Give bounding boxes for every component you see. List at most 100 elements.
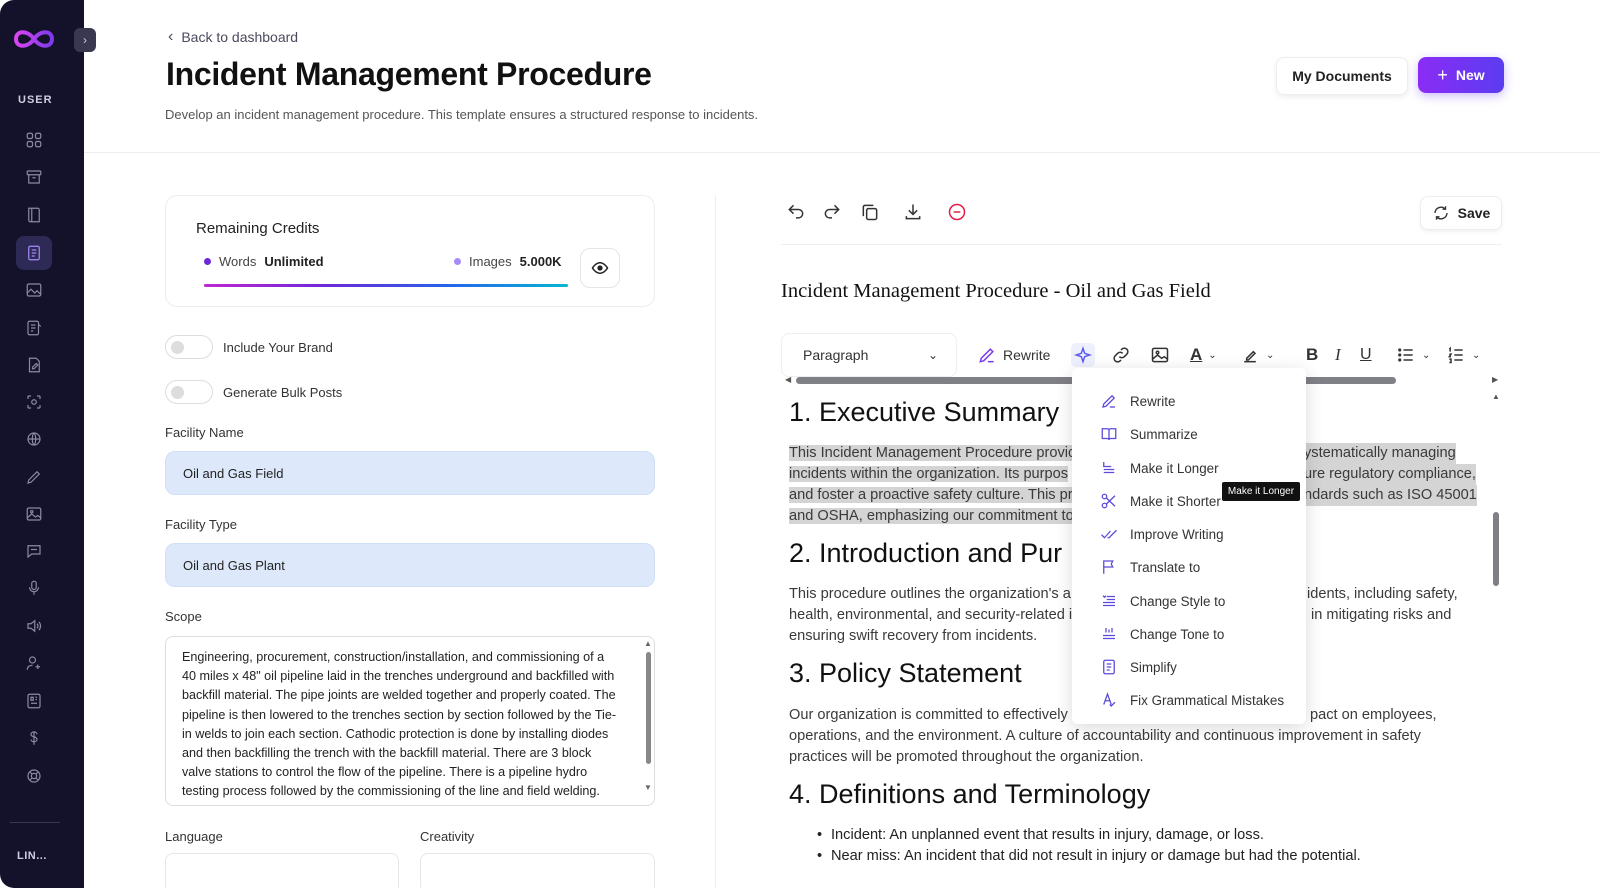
highlight-button[interactable]: ⌄ bbox=[1240, 343, 1274, 367]
scroll-up-icon[interactable]: ▲ bbox=[644, 639, 652, 648]
menu-item-change-tone[interactable]: Change Tone to bbox=[1100, 625, 1224, 643]
scan-icon[interactable] bbox=[23, 391, 45, 413]
facility-type-label: Facility Type bbox=[165, 517, 238, 532]
save-button[interactable]: Save bbox=[1420, 196, 1502, 230]
menu-item-rewrite[interactable]: Rewrite bbox=[1100, 392, 1175, 410]
document-icon[interactable] bbox=[16, 236, 52, 270]
menu-item-simplify[interactable]: Simplify bbox=[1100, 658, 1177, 676]
paragraph-style-value: Paragraph bbox=[803, 347, 869, 363]
bullet-list-icon bbox=[1398, 348, 1413, 362]
include-brand-label: Include Your Brand bbox=[223, 339, 333, 355]
chevron-down-icon: ⌄ bbox=[927, 348, 938, 362]
templates-icon[interactable] bbox=[23, 690, 45, 712]
redo-icon[interactable] bbox=[820, 200, 844, 224]
dollar-icon[interactable] bbox=[23, 727, 45, 749]
user-add-icon[interactable] bbox=[23, 652, 45, 674]
chevron-down-icon: ⌄ bbox=[1266, 349, 1275, 361]
words-value: Unlimited bbox=[264, 254, 324, 269]
bold-button[interactable]: B bbox=[1306, 343, 1318, 367]
archive-icon[interactable] bbox=[23, 166, 45, 188]
numbered-list-icon bbox=[1447, 346, 1463, 364]
pen-icon[interactable] bbox=[23, 466, 45, 488]
new-button-label: New bbox=[1455, 67, 1485, 83]
menu-item-summarize[interactable]: Summarize bbox=[1100, 425, 1198, 443]
italic-button[interactable]: I bbox=[1335, 343, 1341, 367]
panel-divider bbox=[715, 195, 716, 888]
menu-item-translate[interactable]: Translate to bbox=[1100, 558, 1200, 576]
chat-icon[interactable] bbox=[23, 540, 45, 562]
menu-item-label: Rewrite bbox=[1130, 393, 1176, 409]
scroll-down-icon[interactable]: ▼ bbox=[644, 783, 652, 792]
sidebar: USER LIN... bbox=[0, 0, 84, 888]
photo-icon[interactable] bbox=[23, 503, 45, 525]
book-icon[interactable] bbox=[23, 204, 45, 226]
underline-button[interactable]: U bbox=[1360, 343, 1372, 367]
ai-assist-button[interactable] bbox=[1071, 343, 1095, 367]
sidebar-link-label[interactable]: LIN... bbox=[17, 850, 47, 862]
facility-type-input[interactable]: Oil and Gas Plant bbox=[165, 543, 655, 587]
menu-item-make-longer[interactable]: Make it Longer bbox=[1100, 459, 1219, 477]
image-icon[interactable] bbox=[23, 279, 45, 301]
scope-scrollbar[interactable] bbox=[646, 652, 651, 764]
menu-item-fix-grammar[interactable]: Fix Grammatical Mistakes bbox=[1100, 691, 1284, 709]
facility-name-input[interactable]: Oil and Gas Field bbox=[165, 451, 655, 495]
paragraph-style-select[interactable]: Paragraph ⌄ bbox=[781, 333, 957, 377]
globe-icon[interactable] bbox=[23, 428, 45, 450]
words-credit: Words Unlimited bbox=[204, 254, 324, 269]
text-line: in mitigating risks and bbox=[1311, 607, 1452, 623]
scope-textarea[interactable]: Engineering, procurement, construction/i… bbox=[165, 636, 655, 806]
text-line: health, environmental, and security-rela… bbox=[789, 607, 1073, 623]
article-icon[interactable] bbox=[23, 317, 45, 339]
speaker-icon[interactable] bbox=[23, 615, 45, 637]
microphone-icon[interactable] bbox=[23, 577, 45, 599]
sidebar-collapse-button[interactable]: › bbox=[74, 28, 96, 52]
document-title[interactable]: Incident Management Procedure - Oil and … bbox=[781, 280, 1211, 303]
bulk-posts-toggle[interactable] bbox=[165, 380, 213, 404]
include-brand-toggle[interactable] bbox=[165, 335, 213, 359]
text-color-icon: A bbox=[1190, 345, 1203, 364]
images-value: 5.000K bbox=[519, 254, 562, 269]
heading-policy-statement: 3. Policy Statement bbox=[789, 658, 1022, 688]
text-color-button[interactable]: A ⌄ bbox=[1190, 343, 1217, 367]
pen-icon bbox=[1102, 394, 1116, 408]
back-to-dashboard-link[interactable]: ‹ Back to dashboard bbox=[168, 28, 298, 46]
menu-item-label: Change Style to bbox=[1130, 593, 1226, 609]
copy-icon[interactable] bbox=[858, 200, 882, 224]
app-logo[interactable] bbox=[12, 26, 56, 52]
numbered-list-button[interactable]: ⌄ bbox=[1446, 343, 1480, 367]
creativity-select[interactable] bbox=[420, 853, 655, 888]
editor-vertical-scrollbar[interactable] bbox=[1493, 512, 1499, 586]
editor-scroll-up-icon[interactable]: ▲ bbox=[1492, 392, 1500, 401]
rewrite-button[interactable]: Rewrite bbox=[977, 343, 1050, 367]
chevron-left-icon: ‹ bbox=[168, 28, 174, 45]
link-button[interactable] bbox=[1111, 343, 1131, 367]
remove-icon[interactable] bbox=[945, 200, 969, 224]
rewrite-button-label: Rewrite bbox=[1003, 347, 1051, 363]
expand-text-icon bbox=[1103, 462, 1115, 474]
chevron-right-icon: › bbox=[83, 33, 87, 47]
scroll-right-icon[interactable]: ▶ bbox=[1492, 375, 1498, 384]
back-link-label: Back to dashboard bbox=[181, 29, 299, 45]
text-line: pact on employees, bbox=[1310, 707, 1437, 723]
download-icon[interactable] bbox=[901, 200, 925, 224]
scissors-icon bbox=[1101, 493, 1116, 509]
dashboard-icon[interactable] bbox=[23, 129, 45, 151]
new-button[interactable]: + New bbox=[1418, 57, 1504, 93]
menu-item-label: Make it Longer bbox=[1130, 460, 1219, 476]
file-edit-icon[interactable] bbox=[23, 354, 45, 376]
menu-item-change-style[interactable]: Change Style to bbox=[1100, 592, 1225, 610]
heading-introduction: 2. Introduction and Pur bbox=[789, 538, 1063, 568]
words-dot bbox=[204, 258, 211, 265]
bullet-list-button[interactable]: ⌄ bbox=[1396, 343, 1430, 367]
list-item: Near miss: An incident that did not resu… bbox=[817, 848, 1361, 864]
insert-image-button[interactable] bbox=[1150, 343, 1170, 367]
menu-item-improve-writing[interactable]: Improve Writing bbox=[1100, 525, 1224, 543]
my-documents-button[interactable]: My Documents bbox=[1276, 57, 1408, 95]
open-book-icon bbox=[1101, 428, 1117, 441]
scroll-left-icon[interactable]: ◀ bbox=[785, 375, 791, 384]
support-icon[interactable] bbox=[23, 765, 45, 787]
menu-item-make-shorter[interactable]: Make it Shorter bbox=[1100, 492, 1221, 510]
language-select[interactable] bbox=[165, 853, 399, 888]
undo-icon[interactable] bbox=[784, 200, 808, 224]
toggle-credits-visibility-button[interactable] bbox=[580, 248, 620, 288]
